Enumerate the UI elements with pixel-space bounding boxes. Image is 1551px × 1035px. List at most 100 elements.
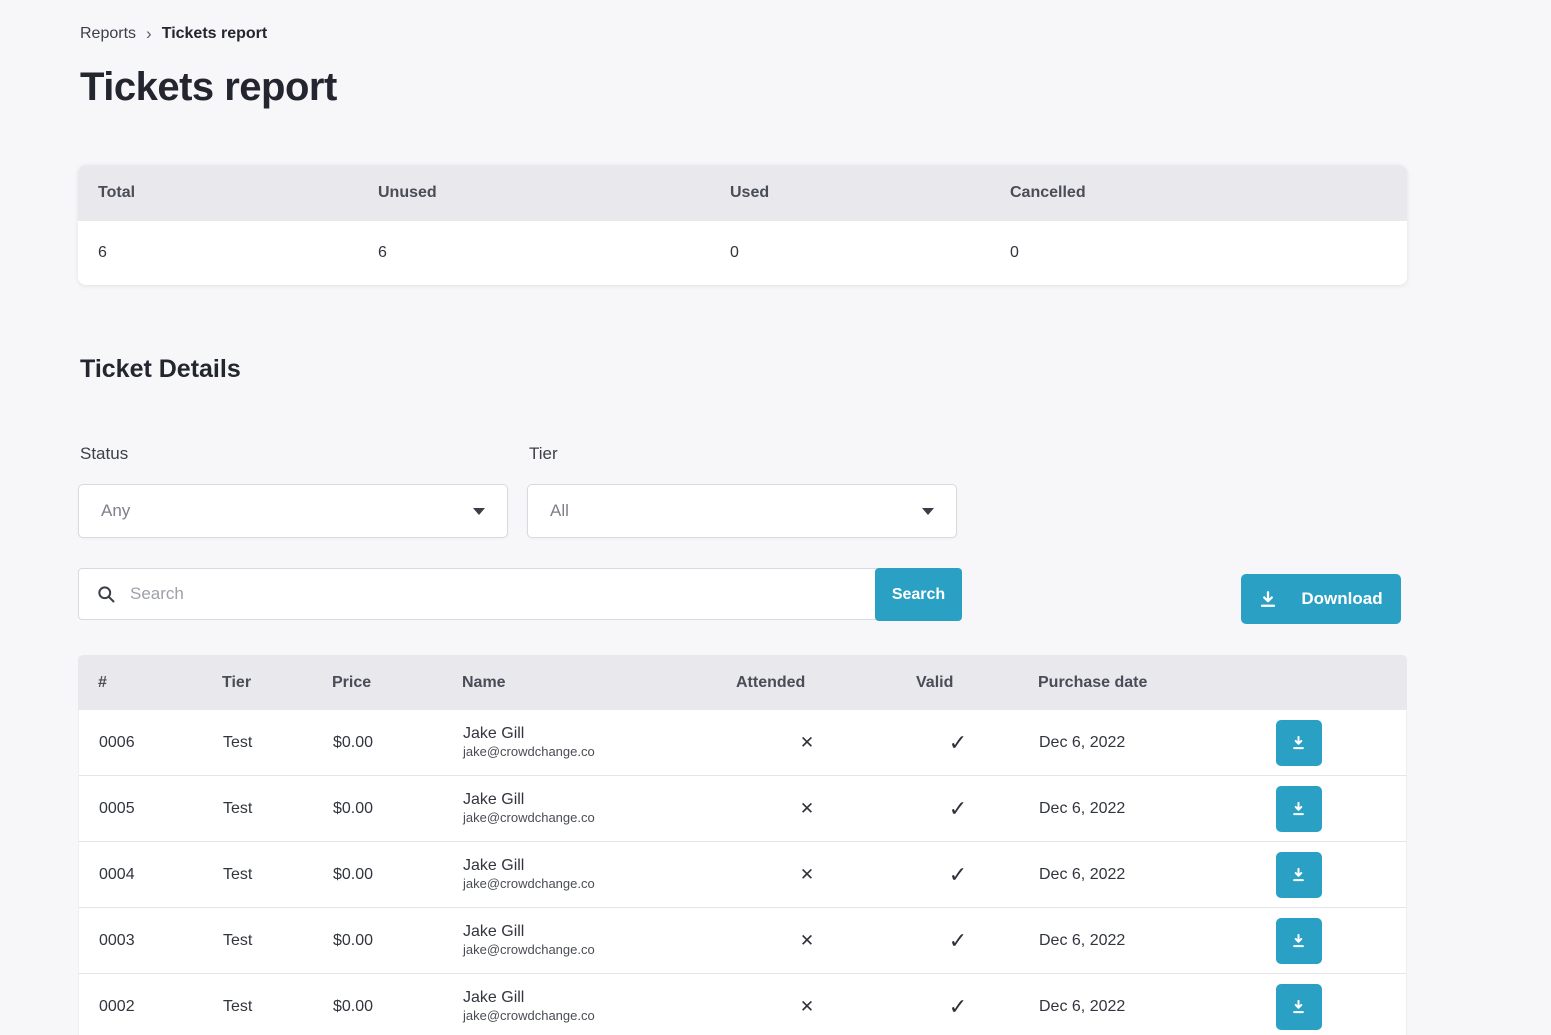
purchaser-email: jake@crowdchange.co (463, 875, 717, 893)
download-icon (1291, 735, 1306, 750)
tier-label: Tier (527, 444, 957, 464)
row-actions (1221, 786, 1406, 832)
ticket-number: 0002 (79, 998, 203, 1016)
page-title: Tickets report (78, 65, 1407, 110)
ticket-price: $0.00 (313, 800, 443, 818)
row-actions (1221, 720, 1406, 766)
row-actions (1221, 984, 1406, 1030)
purchaser-name: Jake Gill (463, 724, 717, 743)
purchaser-email: jake@crowdchange.co (463, 1007, 717, 1025)
ticket-purchaser: Jake Gill jake@crowdchange.co (443, 856, 717, 893)
purchase-date: Dec 6, 2022 (1019, 734, 1221, 752)
search-box (78, 568, 877, 620)
summary-card: Total Unused Used Cancelled 6 6 0 0 (78, 165, 1407, 285)
valid-check-icon: ✓ (897, 994, 1019, 1020)
purchaser-email: jake@crowdchange.co (463, 809, 717, 827)
status-label: Status (78, 444, 508, 464)
row-download-button[interactable] (1276, 984, 1322, 1030)
purchase-date: Dec 6, 2022 (1019, 998, 1221, 1016)
col-header-purchase-date: Purchase date (1018, 674, 1220, 692)
col-header-tier: Tier (202, 674, 312, 692)
breadcrumb: Reports › Tickets report (78, 0, 1407, 43)
summary-value-unused: 6 (358, 221, 710, 285)
search-icon (96, 584, 116, 604)
summary-value-total: 6 (78, 221, 358, 285)
ticket-number: 0003 (79, 932, 203, 950)
table-row: 0002 Test $0.00 Jake Gill jake@crowdchan… (78, 974, 1407, 1035)
purchase-date: Dec 6, 2022 (1019, 932, 1221, 950)
download-icon (1291, 867, 1306, 882)
row-download-button[interactable] (1276, 786, 1322, 832)
ticket-number: 0006 (79, 734, 203, 752)
row-actions (1221, 918, 1406, 964)
purchaser-name: Jake Gill (463, 856, 717, 875)
ticket-number: 0005 (79, 800, 203, 818)
breadcrumb-reports-link[interactable]: Reports (80, 25, 136, 43)
summary-header-unused: Unused (358, 165, 710, 221)
summary-value-cancelled: 0 (990, 221, 1407, 285)
download-icon (1291, 933, 1306, 948)
tier-filter: Tier All (527, 444, 957, 538)
page-container: Reports › Tickets report Tickets report … (78, 0, 1407, 1035)
tier-select[interactable]: All (527, 484, 957, 538)
valid-check-icon: ✓ (897, 730, 1019, 756)
row-download-button[interactable] (1276, 918, 1322, 964)
status-filter: Status Any (78, 444, 508, 538)
summary-header-used: Used (710, 165, 990, 221)
summary-header-total: Total (78, 165, 358, 221)
filters: Status Any Tier All (78, 444, 1407, 538)
attended-cross-icon: ✕ (717, 865, 897, 885)
breadcrumb-chevron-icon: › (146, 25, 152, 42)
table-header-row: # Tier Price Name Attended Valid Purchas… (78, 655, 1407, 710)
status-select[interactable]: Any (78, 484, 508, 538)
chevron-down-icon (473, 508, 485, 515)
col-header-valid: Valid (896, 674, 1018, 692)
summary-header-row: Total Unused Used Cancelled (78, 165, 1407, 221)
ticket-tier: Test (203, 800, 313, 818)
download-button-label: Download (1301, 589, 1382, 609)
summary-values-row: 6 6 0 0 (78, 221, 1407, 285)
row-download-button[interactable] (1276, 720, 1322, 766)
ticket-purchaser: Jake Gill jake@crowdchange.co (443, 922, 717, 959)
attended-cross-icon: ✕ (717, 997, 897, 1017)
col-header-attended: Attended (716, 674, 896, 692)
table-row: 0006 Test $0.00 Jake Gill jake@crowdchan… (78, 710, 1407, 776)
purchase-date: Dec 6, 2022 (1019, 866, 1221, 884)
tickets-table: # Tier Price Name Attended Valid Purchas… (78, 655, 1407, 1035)
search-button[interactable]: Search (875, 568, 962, 621)
download-button[interactable]: Download (1241, 574, 1401, 624)
purchaser-name: Jake Gill (463, 922, 717, 941)
search-input[interactable] (130, 569, 859, 619)
ticket-tier: Test (203, 998, 313, 1016)
download-icon (1291, 801, 1306, 816)
attended-cross-icon: ✕ (717, 931, 897, 951)
ticket-purchaser: Jake Gill jake@crowdchange.co (443, 724, 717, 761)
ticket-number: 0004 (79, 866, 203, 884)
row-download-button[interactable] (1276, 852, 1322, 898)
summary-value-used: 0 (710, 221, 990, 285)
col-header-price: Price (312, 674, 442, 692)
col-header-number: # (78, 674, 202, 692)
summary-header-cancelled: Cancelled (990, 165, 1407, 221)
ticket-price: $0.00 (313, 866, 443, 884)
col-header-name: Name (442, 674, 716, 692)
ticket-tier: Test (203, 866, 313, 884)
ticket-purchaser: Jake Gill jake@crowdchange.co (443, 790, 717, 827)
ticket-tier: Test (203, 734, 313, 752)
table-row: 0004 Test $0.00 Jake Gill jake@crowdchan… (78, 842, 1407, 908)
download-icon (1291, 999, 1306, 1014)
chevron-down-icon (922, 508, 934, 515)
ticket-purchaser: Jake Gill jake@crowdchange.co (443, 988, 717, 1025)
tier-select-value: All (550, 501, 569, 521)
purchaser-email: jake@crowdchange.co (463, 941, 717, 959)
valid-check-icon: ✓ (897, 928, 1019, 954)
attended-cross-icon: ✕ (717, 799, 897, 819)
valid-check-icon: ✓ (897, 796, 1019, 822)
breadcrumb-current: Tickets report (162, 25, 268, 43)
purchase-date: Dec 6, 2022 (1019, 800, 1221, 818)
download-icon (1259, 590, 1277, 608)
valid-check-icon: ✓ (897, 862, 1019, 888)
ticket-tier: Test (203, 932, 313, 950)
purchaser-name: Jake Gill (463, 988, 717, 1007)
attended-cross-icon: ✕ (717, 733, 897, 753)
